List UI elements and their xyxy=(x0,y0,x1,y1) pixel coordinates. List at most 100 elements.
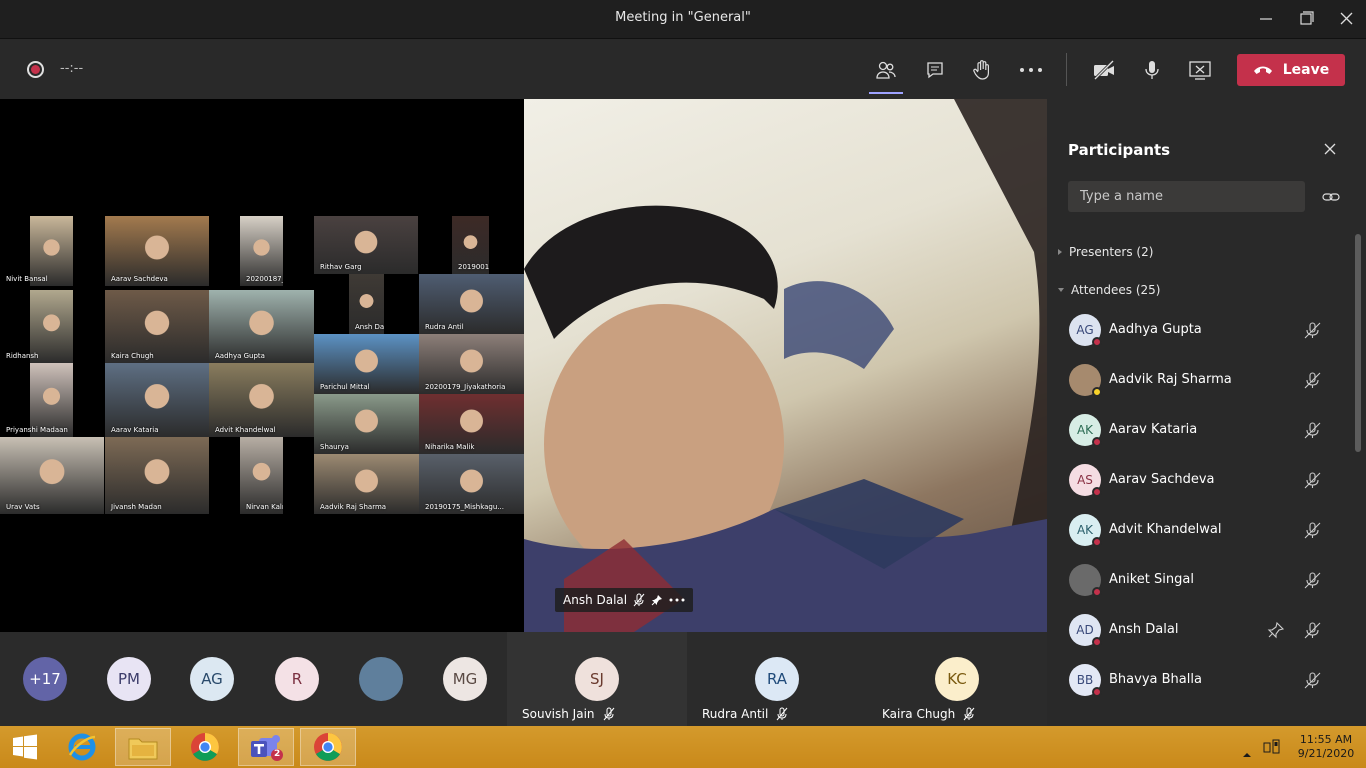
copy-link-button[interactable] xyxy=(1322,189,1340,208)
avatar-initials: BB xyxy=(1076,673,1094,687)
start-button[interactable] xyxy=(0,728,50,766)
taskbar-clock[interactable]: 11:55 AM 9/21/2020 xyxy=(1294,733,1358,761)
presence-indicator xyxy=(1092,437,1102,447)
muted-mic-icon[interactable] xyxy=(1303,621,1321,639)
gallery-tile-name: Advit Khandelwal xyxy=(215,426,276,434)
presence-indicator xyxy=(1092,537,1102,547)
gallery-tile-name: Parichul Mittal xyxy=(320,383,370,391)
gallery-tile: Rithav Garg xyxy=(314,216,418,274)
camera-toggle-button[interactable] xyxy=(1089,56,1119,84)
muted-mic-icon[interactable] xyxy=(1303,371,1321,389)
presenters-section-toggle[interactable]: Presenters (2) xyxy=(1057,245,1153,259)
people-icon xyxy=(876,61,896,79)
chrome-window-taskbar-button[interactable] xyxy=(300,728,356,766)
gallery-tile-name: Priyanshi Madaan xyxy=(6,426,68,434)
participant-row[interactable]: BB Bhavya Bhalla xyxy=(1047,655,1352,705)
participant-row[interactable]: Aadvik Raj Sharma xyxy=(1047,355,1352,405)
participant-row[interactable]: Aniket Singal xyxy=(1047,555,1352,605)
mic-toggle-button[interactable] xyxy=(1137,56,1167,84)
avatar-initials: AK xyxy=(1076,423,1094,437)
minimize-button[interactable] xyxy=(1254,8,1278,30)
muted-mic-icon[interactable] xyxy=(1303,571,1321,589)
participant-name: Aniket Singal xyxy=(1109,572,1194,587)
panel-title: Participants xyxy=(1068,141,1171,159)
participant-row[interactable]: AG Aadhya Gupta xyxy=(1047,305,1352,355)
gallery-tile: Nirvan Kalra xyxy=(240,437,283,514)
gallery-tile-name: 20190010_Souvishjain xyxy=(458,263,489,271)
gallery-tile-name: Aarav Sachdeva xyxy=(111,275,168,283)
gallery-tile: Ridhansh xyxy=(6,290,73,363)
participant-row[interactable]: AK Aarav Kataria xyxy=(1047,405,1352,455)
student-gallery-grid: Nivit Bansal Aarav Sachdeva 20200187_Parth… xyxy=(0,216,524,514)
show-conversation-button[interactable] xyxy=(920,56,950,84)
close-icon xyxy=(1324,143,1336,155)
pin-icon xyxy=(651,595,663,606)
show-participants-button[interactable] xyxy=(869,56,903,94)
more-options-icon[interactable] xyxy=(669,598,685,602)
participant-row[interactable]: AS Aarav Sachdeva xyxy=(1047,455,1352,505)
overflow-participants-button[interactable]: +17 xyxy=(23,657,67,701)
ellipsis-icon xyxy=(1020,68,1042,72)
participant-name: Advit Khandelwal xyxy=(1109,522,1222,537)
gallery-tile-name: Kaira Chugh xyxy=(111,352,154,360)
participant-avatar[interactable]: PM xyxy=(107,657,151,701)
participant-row[interactable]: AK Advit Khandelwal xyxy=(1047,505,1352,555)
file-explorer-taskbar-button[interactable] xyxy=(115,728,171,766)
participant-row[interactable]: AD Ansh Dalal xyxy=(1047,605,1352,655)
participants-panel: Participants Presenters (2) Attendees (2… xyxy=(1047,99,1366,726)
show-hidden-icons-button[interactable] xyxy=(1242,743,1252,762)
avatar-initials: AG xyxy=(201,670,223,688)
muted-mic-icon[interactable] xyxy=(1303,671,1321,689)
close-panel-button[interactable] xyxy=(1323,141,1337,160)
overflow-count: +17 xyxy=(29,670,61,688)
gallery-tile: 20200179_Jiyakathoria xyxy=(419,334,524,394)
participant-avatar[interactable]: MG xyxy=(443,657,487,701)
gallery-tile: Urav Vats xyxy=(0,437,104,514)
more-actions-button[interactable] xyxy=(1016,56,1046,84)
leave-button[interactable]: Leave xyxy=(1237,54,1345,86)
muted-mic-icon[interactable] xyxy=(1303,321,1321,339)
muted-mic-icon[interactable] xyxy=(1303,471,1321,489)
presence-indicator xyxy=(1092,337,1102,347)
muted-mic-icon[interactable] xyxy=(1303,421,1321,439)
close-window-button[interactable] xyxy=(1334,8,1358,30)
gallery-tile: Priyanshi Madaan xyxy=(6,363,73,437)
participant-tile-name: Souvish Jain xyxy=(522,707,595,721)
participant-strip: +17 PM AG R MG SJ Souvish Jain RA Rudra Antil… xyxy=(0,632,1047,726)
title-bar: Meeting in "General" xyxy=(0,0,1366,38)
network-status-button[interactable] xyxy=(1263,739,1281,759)
gallery-tile-name: Shaurya xyxy=(320,443,349,451)
participant-avatar[interactable]: R xyxy=(275,657,319,701)
share-screen-button[interactable] xyxy=(1185,56,1215,84)
panel-scrollbar[interactable] xyxy=(1355,234,1361,452)
microphone-icon xyxy=(1145,61,1159,79)
pin-icon[interactable] xyxy=(1267,621,1285,639)
participant-avatar[interactable]: AG xyxy=(190,657,234,701)
internet-explorer-taskbar-button[interactable] xyxy=(54,728,110,766)
teams-notification-badge: 2 xyxy=(274,749,281,759)
chrome-taskbar-button[interactable] xyxy=(177,728,233,766)
teams-taskbar-button[interactable]: 2 xyxy=(238,728,294,766)
attendees-section-toggle[interactable]: Attendees (25) xyxy=(1057,283,1160,297)
raise-hand-button[interactable] xyxy=(967,56,997,84)
participant-avatar[interactable] xyxy=(359,657,403,701)
gallery-tile-name: Jivansh Madan xyxy=(111,503,162,511)
gallery-tile: Rudra Antil xyxy=(419,274,524,334)
participant-search-input[interactable] xyxy=(1068,181,1305,212)
participant-video-tile[interactable]: RA Rudra Antil xyxy=(687,632,867,726)
participant-video-tile[interactable]: SJ Souvish Jain xyxy=(507,632,687,726)
gallery-tile-name: Aadvik Raj Sharma xyxy=(320,503,387,511)
avatar-initials: PM xyxy=(118,670,140,688)
windows-logo-icon xyxy=(13,734,37,760)
muted-mic-icon xyxy=(603,707,614,721)
spotlight-video[interactable]: Ansh Dalal xyxy=(524,99,1047,632)
maximize-button[interactable] xyxy=(1294,8,1318,30)
gallery-tile: Parichul Mittal xyxy=(314,334,419,394)
meeting-toolbar: --:-- Leave xyxy=(0,38,1366,99)
gallery-tile: 20190175_Mishkagu... xyxy=(419,454,524,514)
chat-icon xyxy=(927,62,943,79)
muted-mic-icon[interactable] xyxy=(1303,521,1321,539)
shared-gallery-video[interactable]: Nivit Bansal Aarav Sachdeva 20200187_Parth… xyxy=(0,99,524,632)
participant-video-tile[interactable]: KC Kaira Chugh xyxy=(867,632,1047,726)
gallery-tile: Aarav Kataria xyxy=(105,363,209,437)
